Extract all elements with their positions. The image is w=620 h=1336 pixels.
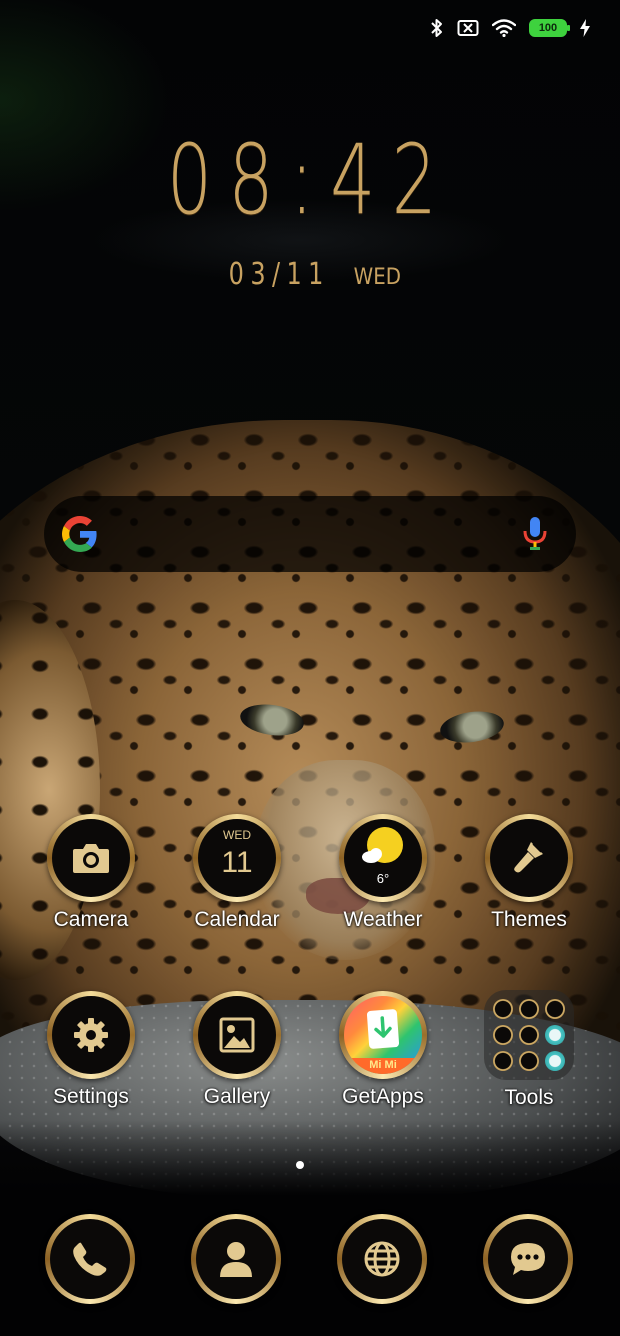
app-label: Themes — [491, 908, 567, 931]
google-search-bar[interactable] — [44, 496, 576, 572]
mini-app-icon — [519, 999, 539, 1019]
app-gallery[interactable]: Gallery — [164, 991, 310, 1109]
app-icon-ring: Mi Mi — [339, 991, 427, 1079]
battery-icon: 100 — [529, 19, 570, 37]
getapps-badge: Mi Mi — [369, 1059, 397, 1071]
messages-icon — [511, 1243, 545, 1275]
mini-app-icon — [493, 1025, 513, 1045]
app-themes[interactable]: Themes — [456, 814, 602, 932]
app-icon-ring — [483, 1214, 573, 1304]
date-text: 03/11 — [228, 257, 330, 292]
app-icon-ring — [47, 814, 135, 902]
mini-app-icon — [493, 999, 513, 1019]
app-icon-ring: 6° — [339, 814, 427, 902]
wifi-icon — [492, 19, 516, 37]
app-label: Weather — [343, 908, 423, 931]
mini-app-icon — [545, 1025, 565, 1045]
dock-messages[interactable] — [455, 1214, 601, 1304]
charging-icon — [580, 19, 590, 37]
app-icon-ring — [45, 1214, 135, 1304]
app-weather[interactable]: 6° Weather — [310, 814, 456, 932]
app-icon-ring — [47, 991, 135, 1079]
sim-off-icon — [457, 20, 479, 36]
google-logo — [62, 516, 97, 552]
bluetooth-icon — [431, 19, 442, 37]
page-indicator-dot — [296, 1161, 304, 1169]
app-label: Settings — [53, 1085, 129, 1108]
app-icon-ring — [193, 991, 281, 1079]
camera-icon — [73, 844, 109, 873]
image-icon — [219, 1017, 255, 1053]
mic-icon[interactable] — [522, 515, 548, 551]
getapps-strip: Mi Mi — [344, 1058, 422, 1074]
mini-app-icon — [493, 1051, 513, 1071]
app-calendar[interactable]: WED 11 Calendar — [164, 814, 310, 932]
contacts-icon — [220, 1242, 252, 1277]
dock-phone[interactable] — [17, 1214, 163, 1304]
calendar-weekday: WED — [223, 828, 251, 842]
calendar-icon: WED 11 — [198, 819, 276, 897]
app-label: Gallery — [203, 1085, 271, 1108]
app-label: Tools — [504, 1086, 554, 1109]
status-bar: 100 — [430, 14, 590, 42]
clock-widget[interactable]: 08:42 — [81, 132, 540, 228]
app-camera[interactable]: Camera — [18, 814, 164, 932]
getapps-card — [366, 1008, 400, 1050]
paintbrush-icon — [514, 842, 543, 873]
app-icon-ring — [191, 1214, 281, 1304]
app-label: Camera — [53, 908, 129, 931]
download-arrow-icon — [374, 1016, 392, 1038]
date-widget[interactable]: 03/11 WED — [0, 260, 620, 290]
dock-browser[interactable] — [309, 1214, 455, 1304]
weather-temp: 6° — [376, 871, 390, 886]
mini-app-icon — [545, 1051, 565, 1071]
weather-icon: 6° — [344, 819, 422, 897]
app-icon-ring: WED 11 — [193, 814, 281, 902]
app-label: GetApps — [342, 1085, 424, 1108]
app-icon-ring — [337, 1214, 427, 1304]
calendar-date: 11 — [221, 846, 253, 879]
mini-app-icon — [519, 1051, 539, 1071]
globe-icon — [364, 1241, 400, 1277]
mini-app-icon — [519, 1025, 539, 1045]
folder-icon — [484, 990, 574, 1080]
app-getapps[interactable]: Mi Mi GetApps — [310, 991, 456, 1109]
app-label: Calendar — [194, 908, 280, 931]
mini-app-icon — [545, 999, 565, 1019]
getapps-icon: Mi Mi — [344, 996, 422, 1074]
gear-icon — [74, 1018, 108, 1052]
phone-icon — [73, 1242, 107, 1276]
weekday-text: WED — [354, 265, 402, 290]
app-icon-ring — [485, 814, 573, 902]
battery-level: 100 — [538, 21, 558, 34]
app-tools-folder[interactable]: Tools — [456, 990, 602, 1110]
app-settings[interactable]: Settings — [18, 991, 164, 1109]
dock-contacts[interactable] — [163, 1214, 309, 1304]
